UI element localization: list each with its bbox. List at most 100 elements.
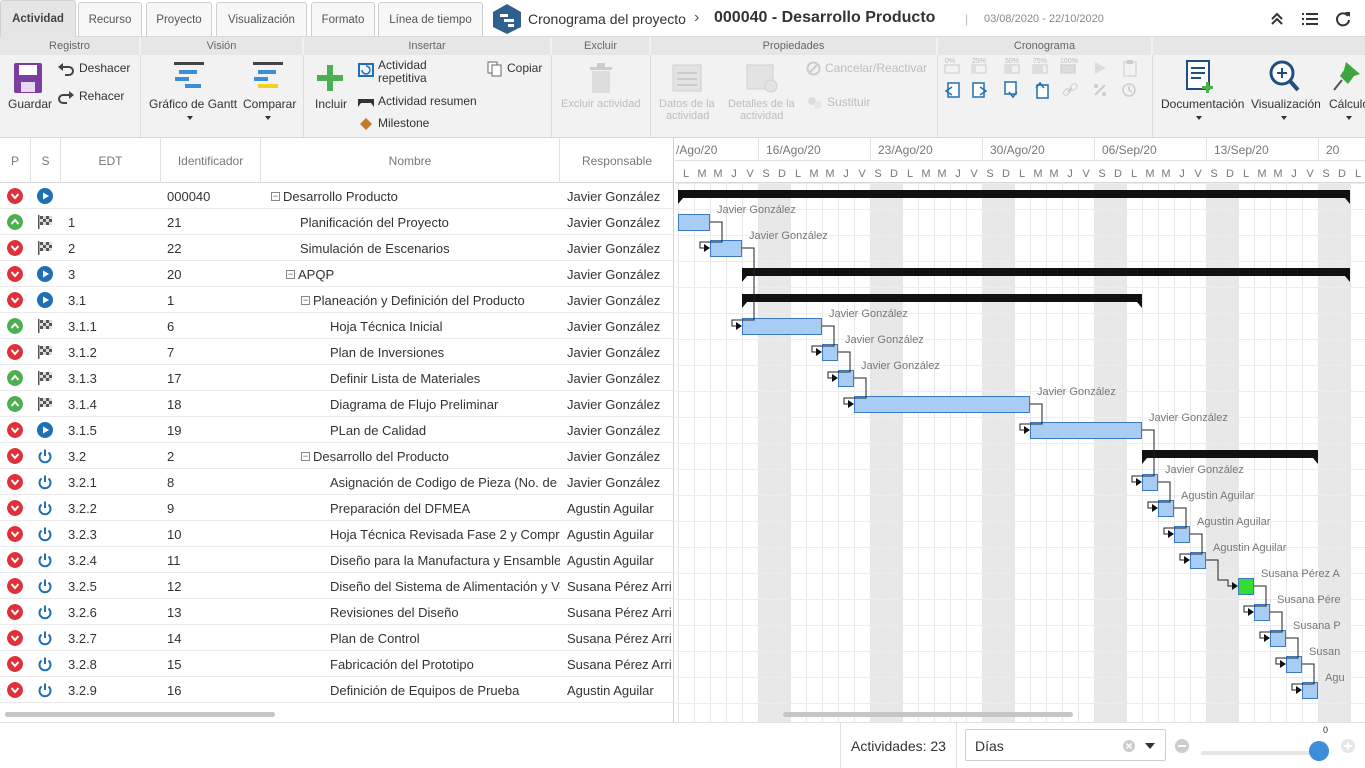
table-row[interactable]: 3 20 − APQP Javier González — [0, 261, 673, 287]
replace-button[interactable]: Sustituir — [806, 94, 886, 112]
refresh-icon[interactable] — [1334, 10, 1352, 28]
name-cell[interactable]: Diseño del Sistema de Alimentación y Ve — [330, 573, 560, 599]
clock-icon[interactable] — [1121, 82, 1137, 98]
summary-activity-button[interactable]: Actividad resumen — [358, 94, 488, 112]
activity-data-button[interactable]: Datos de la actividad — [656, 61, 720, 133]
name-cell[interactable]: Plan de Control — [330, 625, 560, 651]
progress-75-button[interactable]: 75% — [1031, 58, 1051, 77]
name-cell[interactable]: Hoja Técnica Inicial — [330, 313, 560, 339]
collapse-toggle-icon[interactable]: − — [271, 191, 280, 201]
table-row[interactable]: 3.1.1 6 Hoja Técnica Inicial Javier Gonzále… — [0, 313, 673, 339]
grid-horizontal-scrollbar[interactable] — [5, 712, 275, 717]
include-button[interactable]: Incluir — [311, 61, 351, 133]
name-cell[interactable]: − Planeación y Definición del Producto — [301, 287, 561, 313]
list-icon[interactable] — [1301, 10, 1319, 28]
table-row[interactable]: 3.2.8 15 Fabricación del Prototipo Susana P… — [0, 651, 673, 677]
save-button[interactable]: Guardar — [6, 61, 52, 133]
name-cell[interactable]: Fabricación del Prototipo — [330, 651, 560, 677]
col-header-s[interactable]: S — [31, 138, 61, 183]
name-cell[interactable]: − Desarrollo Producto — [271, 183, 561, 209]
documentation-button[interactable]: Documentación — [1158, 59, 1244, 135]
zoom-in-small-icon[interactable] — [1341, 739, 1355, 753]
redo-button[interactable]: Rehacer — [57, 89, 137, 107]
clipboard-icon[interactable] — [1122, 59, 1138, 77]
gantt-chart-button[interactable]: Gráfico de Gantt — [147, 59, 237, 135]
tab-actividad[interactable]: Actividad — [0, 0, 76, 37]
name-cell[interactable]: Asignación de Codigo de Pieza (No. de — [330, 469, 560, 495]
progress-50-button[interactable]: 50% — [1003, 58, 1023, 77]
table-row[interactable]: 3.1 1 − Planeación y Definición del Product… — [0, 287, 673, 313]
play-icon[interactable] — [1092, 60, 1108, 76]
activity-details-button[interactable]: Detalles de la actividad — [726, 61, 800, 133]
col-header-identificador[interactable]: Identificador — [161, 138, 261, 183]
delete-activity-button[interactable]: Excluir actividad — [557, 61, 645, 133]
table-row[interactable]: 3.1.3 17 Definir Lista de Materiales Javier… — [0, 365, 673, 391]
chevron-down-icon[interactable] — [1145, 742, 1155, 750]
col-header-edt[interactable]: EDT — [61, 138, 161, 183]
move-up-icon[interactable] — [1032, 81, 1050, 99]
table-row[interactable]: 3.2.5 12 Diseño del Sistema de Alimentació… — [0, 573, 673, 599]
progress-25-button[interactable]: 25% — [970, 58, 990, 77]
table-row[interactable]: 3.1.4 18 Diagrama de Flujo Preliminar Javie… — [0, 391, 673, 417]
table-row[interactable]: 2 22 Simulación de Escenarios Javier Gonzál… — [0, 235, 673, 261]
calculation-button[interactable]: Cálculo — [1326, 59, 1365, 135]
col-header-p[interactable]: P — [0, 138, 31, 183]
cancel-reactivate-button[interactable]: Cancelar/Reactivar — [806, 60, 932, 78]
copy-button[interactable]: Copiar — [487, 60, 547, 78]
table-row[interactable]: 3.1.2 7 Plan de Inversiones Javier González — [0, 339, 673, 365]
zoom-out-icon[interactable] — [1175, 739, 1189, 753]
gantt-horizontal-scrollbar[interactable] — [783, 712, 1073, 717]
tab-visualizacion[interactable]: Visualización — [216, 2, 307, 36]
visualization-button[interactable]: Visualización — [1248, 59, 1321, 135]
milestone-button[interactable]: Milestone — [358, 116, 448, 134]
name-cell[interactable]: Diseño para la Manufactura y Ensamble — [330, 547, 560, 573]
tab-linea-de-tiempo[interactable]: Línea de tiempo — [378, 2, 483, 36]
unlink-icon[interactable] — [1092, 82, 1108, 98]
table-row[interactable]: 3.2.2 9 Preparación del DFMEA Agustin Aguil… — [0, 495, 673, 521]
tab-formato[interactable]: Formato — [311, 2, 375, 36]
name-cell[interactable]: Definición de Equipos de Prueba — [330, 677, 560, 703]
collapse-toggle-icon[interactable]: − — [286, 269, 295, 279]
table-row[interactable]: 1 21 Planificación del Proyecto Javier Gonz… — [0, 209, 673, 235]
name-cell[interactable]: PLan de Calidad — [330, 417, 560, 443]
table-row[interactable]: 3.2.4 11 Diseño para la Manufactura y Ensa… — [0, 547, 673, 573]
undo-button[interactable]: Deshacer — [57, 61, 137, 79]
name-cell[interactable]: Planificación del Proyecto — [300, 209, 560, 235]
table-row[interactable]: 3.2.6 13 Revisiones del Diseño Susana Pérez… — [0, 599, 673, 625]
name-cell[interactable]: − APQP — [286, 261, 546, 287]
move-right-icon[interactable] — [971, 81, 989, 99]
progress-100-button[interactable]: 100% — [1059, 58, 1081, 77]
name-cell[interactable]: Diagrama de Flujo Preliminar — [330, 391, 560, 417]
collapse-chevrons-icon[interactable] — [1268, 10, 1286, 28]
link-icon[interactable] — [1062, 82, 1078, 98]
clear-icon[interactable] — [1122, 739, 1136, 753]
tab-proyecto[interactable]: Proyecto — [146, 2, 212, 36]
name-cell[interactable]: Revisiones del Diseño — [330, 599, 560, 625]
progress-0-button[interactable]: 0% — [943, 58, 963, 77]
table-row[interactable]: 3.2.9 16 Definición de Equipos de Prueba Ag… — [0, 677, 673, 703]
name-cell[interactable]: − Desarrollo del Producto — [301, 443, 561, 469]
collapse-toggle-icon[interactable]: − — [301, 451, 310, 461]
task-bar-label: Javier González — [749, 230, 828, 242]
table-row[interactable]: 3.2.1 8 Asignación de Codigo de Pieza (No.… — [0, 469, 673, 495]
table-row[interactable]: 3.2.3 10 Hoja Técnica Revisada Fase 2 y Co… — [0, 521, 673, 547]
name-cell[interactable]: Simulación de Escenarios — [300, 235, 560, 261]
name-cell[interactable]: Hoja Técnica Revisada Fase 2 y Compr — [330, 521, 560, 547]
collapse-toggle-icon[interactable]: − — [301, 295, 310, 305]
table-row[interactable]: 3.2 2 − Desarrollo del Producto Javier Gonzá… — [0, 443, 673, 469]
name-cell[interactable]: Plan de Inversiones — [330, 339, 560, 365]
col-header-responsable[interactable]: Responsable — [560, 138, 673, 183]
time-scale-select[interactable]: Días — [965, 729, 1166, 761]
zoom-slider-handle[interactable] — [1309, 741, 1329, 761]
table-row[interactable]: 000040 − Desarrollo Producto Javier Gonzále… — [0, 183, 673, 209]
name-cell[interactable]: Definir Lista de Materiales — [330, 365, 560, 391]
table-row[interactable]: 3.2.7 14 Plan de Control Susana Pérez Arri — [0, 625, 673, 651]
col-header-nombre[interactable]: Nombre — [261, 138, 560, 183]
move-start-left-icon[interactable] — [943, 81, 961, 99]
move-down-icon[interactable] — [1003, 81, 1021, 99]
name-cell[interactable]: Preparación del DFMEA — [330, 495, 560, 521]
repetitive-activity-button[interactable]: Actividad repetitiva — [358, 59, 458, 89]
tab-recurso[interactable]: Recurso — [78, 2, 142, 36]
compare-button[interactable]: Comparar — [241, 59, 297, 135]
table-row[interactable]: 3.1.5 19 PLan de Calidad Javier González — [0, 417, 673, 443]
